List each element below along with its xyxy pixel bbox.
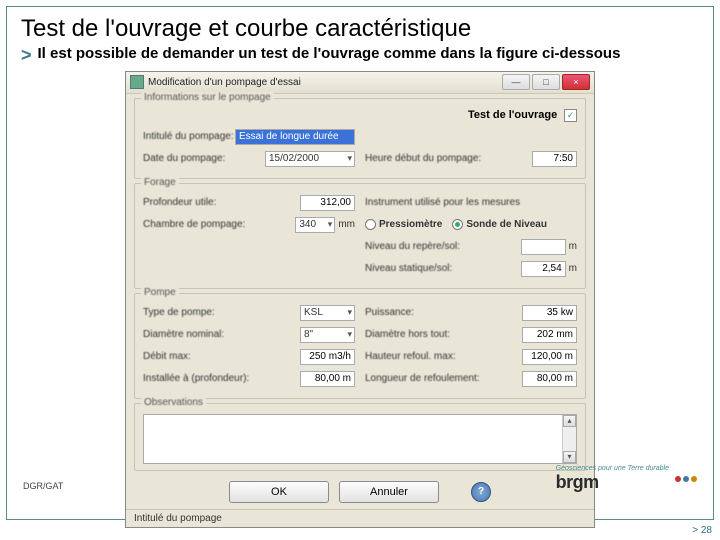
ok-button[interactable]: OK — [229, 481, 329, 503]
group-observations-title: Observations — [141, 397, 206, 408]
slide-bullet: > Il est possible de demander un test de… — [7, 45, 713, 69]
app-icon — [130, 75, 144, 89]
brgm-logo: Géosciences pour une Terre durable brgm — [556, 465, 697, 493]
input-puiss[interactable]: 35 kw — [522, 305, 577, 321]
brgm-dots-icon — [675, 476, 697, 482]
group-forage: Forage Profondeur utile: 312,00 Chambre … — [134, 183, 586, 289]
footer-left: DGR/GAT — [23, 481, 63, 491]
input-date[interactable]: 15/02/2000 — [265, 151, 355, 167]
cancel-button[interactable]: Annuler — [339, 481, 439, 503]
lbl-debit: Débit max: — [143, 351, 300, 362]
input-heure[interactable]: 7:50 — [532, 151, 577, 167]
lbl-hrefoul: Hauteur refoul. max: — [365, 351, 522, 362]
page-number: > 28 — [692, 525, 712, 536]
group-pompe: Pompe Type de pompe:KSL Diamètre nominal… — [134, 293, 586, 399]
chevron-icon: > — [21, 45, 32, 67]
select-type[interactable]: KSL — [300, 305, 355, 321]
unit-m1: m — [569, 241, 577, 252]
lbl-diamn: Diamètre nominal: — [143, 329, 300, 340]
input-intitule[interactable]: Essai de longue durée — [235, 129, 355, 145]
group-info: Informations sur le pompage Test de l'ou… — [134, 98, 586, 179]
input-nrepere[interactable] — [521, 239, 566, 255]
lbl-nrepere: Niveau du repère/sol: — [365, 241, 521, 252]
unit-mm: mm — [338, 219, 355, 230]
statusbar: Intitulé du pompage — [126, 509, 594, 527]
lbl-chambre: Chambre de pompage: — [143, 219, 295, 230]
dialog-window: Modification d'un pompage d'essai — □ × … — [125, 71, 595, 528]
input-debit[interactable]: 250 m3/h — [300, 349, 355, 365]
lbl-pressio: Pressiomètre — [379, 219, 442, 230]
lbl-puiss: Puissance: — [365, 307, 522, 318]
bullet-text: Il est possible de demander un test de l… — [38, 45, 621, 64]
lbl-heure: Heure début du pompage: — [365, 153, 532, 164]
input-diamht[interactable]: 202 mm — [522, 327, 577, 343]
minimize-button[interactable]: — — [502, 74, 530, 90]
select-chambre[interactable]: 340 — [295, 217, 335, 233]
group-pompe-title: Pompe — [141, 287, 179, 298]
unit-m2: m — [569, 263, 577, 274]
help-button[interactable]: ? — [471, 482, 491, 502]
scroll-up-icon[interactable]: ▴ — [563, 415, 576, 427]
lbl-intitule: Intitulé du pompage: — [143, 131, 235, 142]
brgm-name: brgm — [556, 472, 599, 492]
radio-sonde[interactable] — [452, 219, 463, 230]
lbl-profondeur: Profondeur utile: — [143, 197, 300, 208]
lbl-instrument: Instrument utilisé pour les mesures — [365, 197, 520, 208]
lbl-type: Type de pompe: — [143, 307, 300, 318]
test-ouvrage-label: Test de l'ouvrage — [468, 109, 557, 121]
lbl-diamht: Diamètre hors tout: — [365, 329, 522, 340]
textarea-observations[interactable]: ▴ ▾ — [143, 414, 577, 464]
group-forage-title: Forage — [141, 177, 179, 188]
maximize-button[interactable]: □ — [532, 74, 560, 90]
group-info-title: Informations sur le pompage — [141, 92, 274, 103]
test-ouvrage-checkbox[interactable]: ✓ — [564, 109, 577, 122]
lbl-sonde: Sonde de Niveau — [466, 219, 547, 230]
input-inst[interactable]: 80,00 m — [300, 371, 355, 387]
input-profondeur[interactable]: 312,00 — [300, 195, 355, 211]
input-lrefoul[interactable]: 80,00 m — [522, 371, 577, 387]
scroll-down-icon[interactable]: ▾ — [563, 451, 576, 463]
group-observations: Observations ▴ ▾ — [134, 403, 586, 471]
select-diamn[interactable]: 8" — [300, 327, 355, 343]
input-nstatique[interactable]: 2,54 — [521, 261, 566, 277]
lbl-inst: Installée à (profondeur): — [143, 373, 300, 384]
slide-title: Test de l'ouvrage et courbe caractéristi… — [7, 7, 713, 45]
radio-pressio[interactable] — [365, 219, 376, 230]
input-hrefoul[interactable]: 120,00 m — [522, 349, 577, 365]
scrollbar[interactable]: ▴ ▾ — [562, 415, 576, 463]
lbl-lrefoul: Longueur de refoulement: — [365, 373, 522, 384]
lbl-date: Date du pompage: — [143, 153, 265, 164]
window-title: Modification d'un pompage d'essai — [148, 77, 502, 88]
titlebar[interactable]: Modification d'un pompage d'essai — □ × — [126, 72, 594, 94]
brgm-tagline: Géosciences pour une Terre durable — [556, 465, 669, 472]
close-button[interactable]: × — [562, 74, 590, 90]
lbl-nstatique: Niveau statique/sol: — [365, 263, 521, 274]
